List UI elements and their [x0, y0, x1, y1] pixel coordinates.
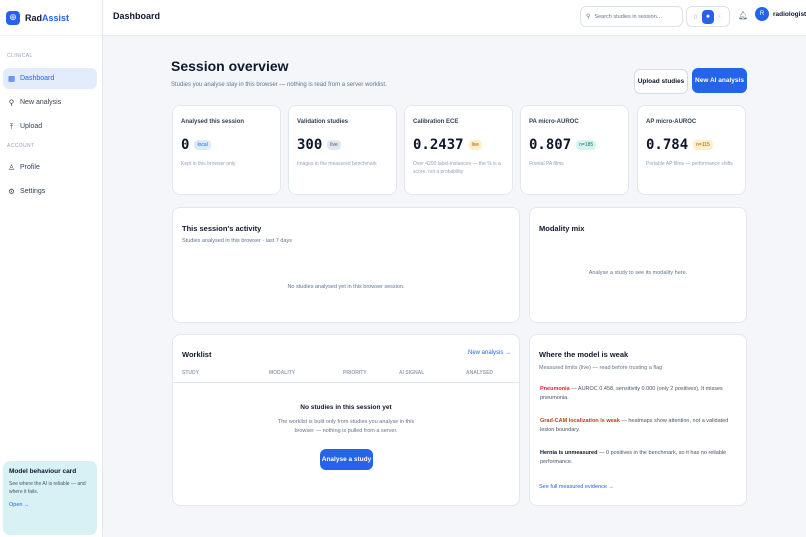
- kpi-ap-auroc: AP micro-AUROC 0.784 n=115 Portable AP fi…: [637, 105, 746, 195]
- modality-title: Modality mix: [539, 224, 585, 233]
- grid-icon: ▦: [7, 74, 16, 83]
- kpi-value: 0.2437: [413, 137, 464, 153]
- worklist-empty-title: No studies in this session yet: [300, 404, 392, 411]
- col-study[interactable]: STUDY: [182, 370, 199, 376]
- weak-item-pneumonia: Pneumonia — AUROC 0.458, sensitivity 0.0…: [540, 386, 723, 401]
- sidebar-item-profile[interactable]: ♙ Profile: [3, 157, 97, 178]
- kpi-note: Kept in this browser only: [181, 161, 236, 167]
- sidebar-item-dashboard[interactable]: ▦ Dashboard: [3, 68, 97, 89]
- kpi-label: Analysed this session: [181, 119, 245, 125]
- overview-title: Session overview: [171, 58, 289, 74]
- kpi-note: Over 4200 label-instances — the % is a s…: [413, 161, 501, 175]
- kpi-badge: live: [468, 140, 483, 150]
- model-behaviour-card: Model behaviour card See where the AI is…: [3, 461, 97, 535]
- theme-switcher: ▯ ✹ ☾: [686, 6, 730, 27]
- model-card-open-link[interactable]: Open →: [9, 502, 91, 508]
- globe-icon: ⊕: [6, 10, 20, 25]
- model-card-title: Model behaviour card: [9, 468, 77, 475]
- worklist-table-header: STUDY MODALITY PRIORITY AI SIGNAL ANALYS…: [173, 369, 519, 383]
- sidebar-item-upload[interactable]: ⤒ Upload: [3, 116, 97, 137]
- overview-subtitle: Studies you analyse stay in this browser…: [171, 82, 387, 88]
- kpi-value: 0.784: [646, 137, 689, 153]
- sidebar: ⊕ RadAssist CLINICAL ▦ Dashboard ⚲ New a…: [0, 0, 103, 537]
- weak-evidence-link[interactable]: See full measured evidence →: [539, 484, 614, 490]
- kpi-badge: live: [327, 140, 341, 150]
- activity-subtitle: Studies analysed in this browser · last …: [182, 238, 293, 244]
- kpi-label: Calibration ECE: [413, 119, 459, 125]
- kpi-pa-auroc: PA micro-AUROC 0.807 n=185 Frontal PA fil…: [520, 105, 629, 195]
- kpi-calibration-ece: Calibration ECE 0.2437 live Over 4200 lab…: [404, 105, 513, 195]
- weak-item-gradcam: Grad-CAM localization is weak — heatmaps…: [540, 418, 729, 433]
- kpi-badge: n=185: [576, 140, 597, 150]
- modality-empty-text: Analyse a study to see its modality here…: [588, 270, 688, 276]
- kpi-note: Frontal PA films: [529, 161, 564, 167]
- bulb-icon: ⚲: [8, 98, 15, 107]
- kpi-label: AP micro-AUROC: [646, 119, 697, 125]
- kpi-note: Images in the measured benchmark: [297, 161, 377, 167]
- upload-studies-button[interactable]: Upload studies: [634, 69, 688, 94]
- section-label-account: ACCOUNT: [7, 143, 35, 149]
- col-priority[interactable]: PRIORITY: [343, 370, 367, 376]
- modality-card: Modality mix Analyse a study to see its …: [529, 207, 747, 323]
- moon-icon[interactable]: ☾: [715, 10, 727, 24]
- kpi-badge: n=115: [693, 140, 713, 150]
- weak-item-hernia: Hernia is unmeasured — 0 positives in th…: [540, 450, 727, 465]
- sun-icon[interactable]: ✹: [701, 9, 714, 24]
- col-analysed[interactable]: ANALYSED: [466, 370, 493, 376]
- upload-icon: ⤒: [9, 121, 14, 131]
- col-modality[interactable]: MODALITY: [269, 370, 295, 376]
- kpi-value: 0.807: [529, 137, 572, 153]
- brand[interactable]: ⊕ RadAssist: [0, 0, 102, 36]
- avatar[interactable]: R: [755, 7, 769, 21]
- worklist-card: Worklist New analysis → STUDY MODALITY P…: [172, 334, 520, 506]
- sidebar-item-new-analysis[interactable]: ⚲ New analysis: [3, 92, 97, 113]
- search-icon: ⚲: [586, 14, 591, 20]
- page-title: Dashboard: [113, 11, 161, 21]
- monitor-icon[interactable]: ▯: [689, 10, 701, 24]
- user-icon: ♙: [8, 163, 15, 172]
- kpi-analysed-session: Analysed this session 0 local Kept in thi…: [172, 105, 281, 195]
- col-ai-signal[interactable]: AI SIGNAL: [399, 370, 424, 376]
- search-input[interactable]: ⚲ Search studies in session…: [580, 6, 683, 27]
- bell-icon[interactable]: 🔔︎: [738, 11, 748, 20]
- weak-subtitle: Measured limits (live) — read before tru…: [539, 365, 663, 371]
- kpi-validation-studies: Validation studies 300 live Images in the…: [288, 105, 397, 195]
- user-name[interactable]: radiologist: [773, 11, 806, 18]
- brand-name: RadAssist: [25, 12, 70, 23]
- activity-title: This session's activity: [182, 224, 262, 233]
- activity-empty-text: No studies analysed yet in this browser …: [287, 284, 405, 290]
- sidebar-item-settings[interactable]: ⚙ Settings: [3, 181, 97, 202]
- kpi-label: PA micro-AUROC: [529, 119, 579, 125]
- worklist-new-analysis-link[interactable]: New analysis →: [468, 350, 511, 356]
- kpi-note: Portable AP films — performance shifts: [646, 161, 733, 167]
- weak-title: Where the model is weak: [539, 350, 629, 359]
- analyse-study-button[interactable]: Analyse a study: [320, 449, 373, 470]
- new-ai-analysis-button[interactable]: New AI analysis: [692, 68, 747, 93]
- worklist-title: Worklist: [182, 350, 212, 359]
- kpi-badge: local: [194, 140, 211, 150]
- gear-icon: ⚙: [8, 187, 15, 196]
- activity-card: This session's activity Studies analysed…: [172, 207, 520, 323]
- kpi-value: 0: [181, 137, 190, 153]
- model-card-text: See where the AI is reliable — and where…: [9, 481, 86, 495]
- worklist-empty-text: The worklist is built only from studies …: [277, 419, 415, 434]
- kpi-label: Validation studies: [297, 119, 349, 125]
- search-placeholder: Search studies in session…: [594, 13, 663, 20]
- model-weak-card: Where the model is weak Measured limits …: [529, 334, 747, 506]
- topbar: Dashboard ⚲ Search studies in session… ▯…: [103, 0, 806, 36]
- section-label-clinical: CLINICAL: [7, 53, 33, 59]
- kpi-value: 300: [297, 137, 323, 153]
